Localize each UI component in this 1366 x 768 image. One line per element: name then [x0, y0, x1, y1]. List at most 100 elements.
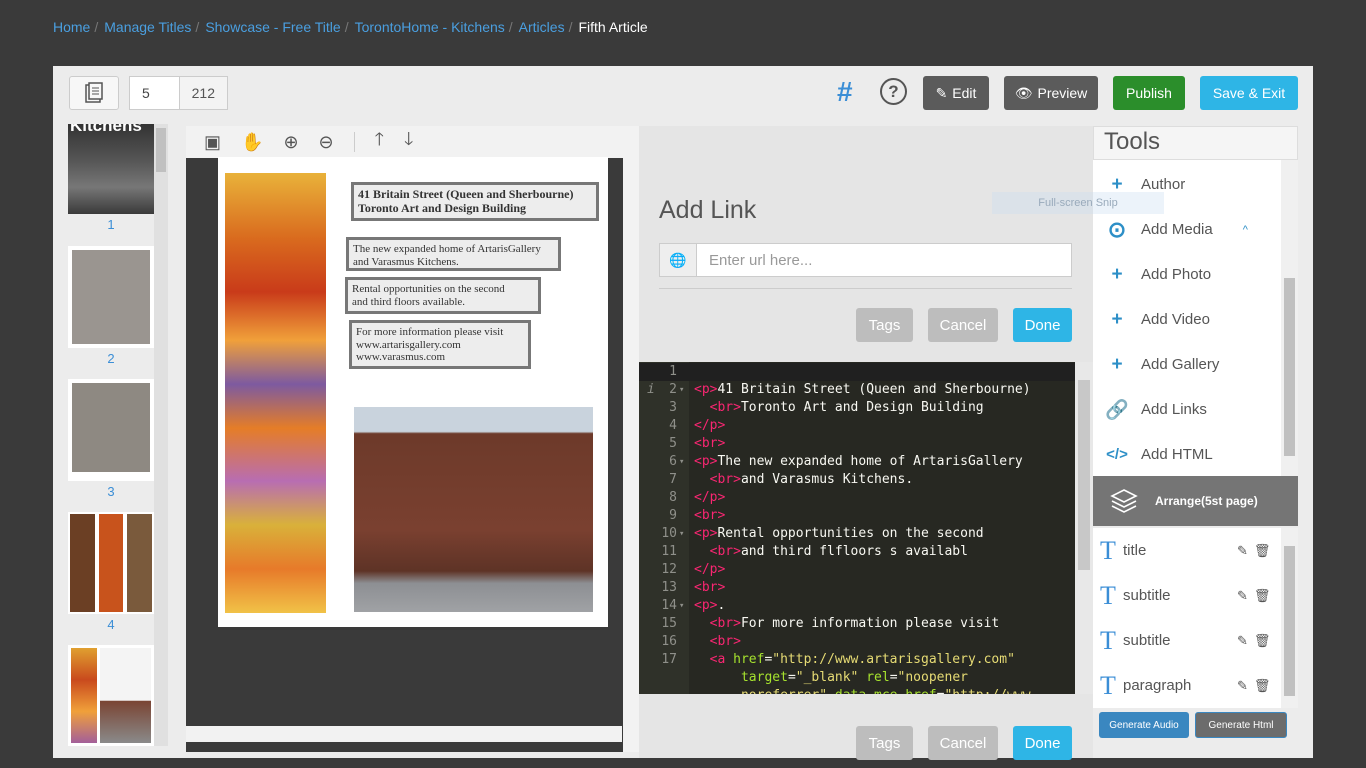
code-text: <p>The new expanded home of ArtarisGalle… — [694, 454, 1023, 469]
code-line[interactable]: target="_blank" rel="noopener — [639, 669, 1075, 687]
tags-button[interactable]: Tags — [856, 308, 913, 342]
fold-arrow-icon[interactable]: ▾ — [679, 597, 684, 615]
fold-arrow-icon[interactable]: ▾ — [679, 381, 684, 399]
tool-add-gallery[interactable]: + Add Gallery — [1093, 342, 1281, 387]
hand-pan-icon[interactable]: ✋ — [241, 132, 263, 153]
code-line[interactable]: 16 <br> — [639, 633, 1075, 651]
thumbnails-scrollbar[interactable] — [154, 124, 168, 746]
layer-item[interactable]: Tsubtitle ✎ 🗑 — [1093, 573, 1281, 618]
code-line[interactable]: 12 </p> — [639, 561, 1075, 579]
canvas-vertical-scrollbar[interactable] — [623, 158, 639, 752]
layers-scrollbar[interactable] — [1281, 528, 1298, 708]
arrange-header[interactable]: Arrange(5st page) — [1093, 476, 1298, 526]
pencil-icon[interactable]: ✎ — [1237, 678, 1248, 694]
done-button[interactable]: Done — [1013, 726, 1072, 760]
trash-icon[interactable]: 🗑 — [1254, 588, 1271, 604]
breadcrumb-current: Fifth Article — [578, 19, 648, 35]
layer-item[interactable]: Ttitle ✎ 🗑 — [1093, 528, 1281, 573]
arrow-down-icon[interactable]: 🡓 — [404, 127, 413, 157]
generate-html-button[interactable]: Generate Html — [1195, 712, 1287, 738]
page-view-button[interactable] — [69, 76, 119, 110]
code-line[interactable]: 9 <br> — [639, 507, 1075, 525]
code-line[interactable]: 17 <a href="http://www.artarisgallery.co… — [639, 651, 1075, 669]
pencil-icon[interactable]: ✎ — [1237, 543, 1248, 559]
edit-button[interactable]: ✎ Edit — [923, 76, 989, 110]
code-text: target="_blank" rel="noopener — [740, 670, 968, 685]
preview-button[interactable]: 👁 Preview — [1004, 76, 1098, 110]
tags-button[interactable]: Tags — [856, 726, 913, 760]
code-line[interactable]: 7 <br>and Varasmus Kitchens. — [639, 471, 1075, 489]
text-line: www.varasmus.com — [356, 351, 446, 364]
fit-page-icon[interactable]: ▣ — [204, 132, 221, 153]
code-line[interactable]: 3 <br>Toronto Art and Design Building — [639, 399, 1075, 417]
breadcrumb-toronto-home[interactable]: TorontoHome - Kitchens — [355, 19, 505, 35]
done-button[interactable]: Done — [1013, 308, 1072, 342]
text-box-paragraph[interactable]: For more information please visit www.ar… — [349, 320, 531, 369]
thumbnail-number[interactable]: 4 — [68, 617, 154, 632]
fold-arrow-icon[interactable]: ▾ — [679, 525, 684, 543]
code-line[interactable]: 13 <br> — [639, 579, 1075, 597]
fold-arrow-icon[interactable]: ▾ — [679, 453, 684, 471]
thumbnail-number[interactable]: 2 — [68, 351, 154, 366]
breadcrumb-showcase[interactable]: Showcase - Free Title — [205, 19, 340, 35]
zoom-in-icon[interactable]: ⊕ — [283, 132, 298, 153]
breadcrumb-manage-titles[interactable]: Manage Titles — [104, 19, 191, 35]
page-thumbnail[interactable]: Kitchens — [68, 124, 154, 214]
code-line[interactable]: 5 <br> — [639, 435, 1075, 453]
editor-scrollbar[interactable] — [1075, 362, 1093, 694]
tool-add-video[interactable]: + Add Video — [1093, 297, 1281, 342]
page-thumbnail[interactable] — [68, 512, 154, 614]
url-input[interactable]: Enter url here... — [697, 244, 1071, 276]
trash-icon[interactable]: 🗑 — [1254, 543, 1271, 559]
pencil-icon[interactable]: ✎ — [1237, 633, 1248, 649]
code-line[interactable]: 4 </p> — [639, 417, 1075, 435]
code-line[interactable]: 8 </p> — [639, 489, 1075, 507]
trash-icon[interactable]: 🗑 — [1254, 633, 1271, 649]
save-exit-button[interactable]: Save & Exit — [1200, 76, 1298, 110]
publish-button[interactable]: Publish — [1113, 76, 1185, 110]
page-thumbnail[interactable] — [68, 645, 154, 746]
breadcrumb-articles[interactable]: Articles — [519, 19, 565, 35]
cancel-button[interactable]: Cancel — [928, 726, 998, 760]
canvas-horizontal-scrollbar[interactable] — [186, 726, 622, 742]
code-line[interactable]: noreferrer" data-mce-href="http://www. — [639, 687, 1075, 694]
text-line: For more information please visit — [356, 326, 504, 338]
layer-item[interactable]: Tsubtitle ✎ 🗑 — [1093, 618, 1281, 663]
thumbnail-number[interactable]: 1 — [68, 217, 154, 232]
trash-icon[interactable]: 🗑 — [1254, 678, 1271, 694]
code-line[interactable]: 15 <br>For more information please visit — [639, 615, 1075, 633]
tool-add-photo[interactable]: + Add Photo — [1093, 252, 1281, 297]
zoom-out-icon[interactable]: ⊖ — [319, 132, 334, 153]
text-type-icon: T — [1100, 580, 1116, 610]
cancel-button[interactable]: Cancel — [928, 308, 998, 342]
abstract-painting-image[interactable] — [225, 173, 326, 613]
generate-audio-button[interactable]: Generate Audio — [1099, 712, 1189, 738]
code-line[interactable]: 14 ▾ <p>. — [639, 597, 1075, 615]
help-icon[interactable]: ? — [880, 78, 907, 105]
tool-add-html[interactable]: </> Add HTML — [1093, 432, 1281, 477]
code-line[interactable]: 1 — [639, 363, 1075, 381]
code-line[interactable]: 11 <br>and third flfloors s availabl — [639, 543, 1075, 561]
tools-scrollbar[interactable] — [1281, 160, 1298, 476]
text-box-subtitle[interactable]: The new expanded home of ArtarisGallery … — [346, 237, 561, 271]
page-thumbnail[interactable] — [68, 246, 154, 348]
tool-add-links[interactable]: 🔗 Add Links — [1093, 387, 1281, 432]
tool-label: Add HTML — [1141, 446, 1213, 463]
hashtag-icon[interactable]: # — [837, 76, 853, 108]
thumbnail-number[interactable]: 3 — [68, 484, 154, 499]
text-box-subtitle[interactable]: Rental opportunities on the second and t… — [345, 277, 541, 314]
breadcrumb-home[interactable]: Home — [53, 19, 90, 35]
html-code-editor[interactable]: 1 2 ▾ i <p>41 Britain Street (Queen and Sher… — [639, 362, 1075, 694]
code-line[interactable]: 6 ▾ <p>The new expanded home of ArtarisGal… — [639, 453, 1075, 471]
code-line[interactable]: 2 ▾ i <p>41 Britain Street (Queen and Sherb… — [639, 381, 1075, 399]
tool-label: Add Links — [1141, 401, 1207, 418]
text-box-title[interactable]: 41 Britain Street (Queen and Sherbourne)… — [351, 182, 599, 221]
code-line[interactable]: 10 ▾ <p>Rental opportunities on the second — [639, 525, 1075, 543]
page-thumbnail[interactable] — [68, 379, 154, 481]
chevron-up-icon[interactable]: ^ — [1243, 224, 1248, 236]
pencil-icon[interactable]: ✎ — [1237, 588, 1248, 604]
arrow-up-icon[interactable]: 🡑 — [375, 127, 384, 157]
current-page-input[interactable]: 5 — [130, 77, 180, 109]
building-photo[interactable] — [354, 407, 593, 612]
layer-item[interactable]: Tparagraph ✎ 🗑 — [1093, 663, 1281, 708]
